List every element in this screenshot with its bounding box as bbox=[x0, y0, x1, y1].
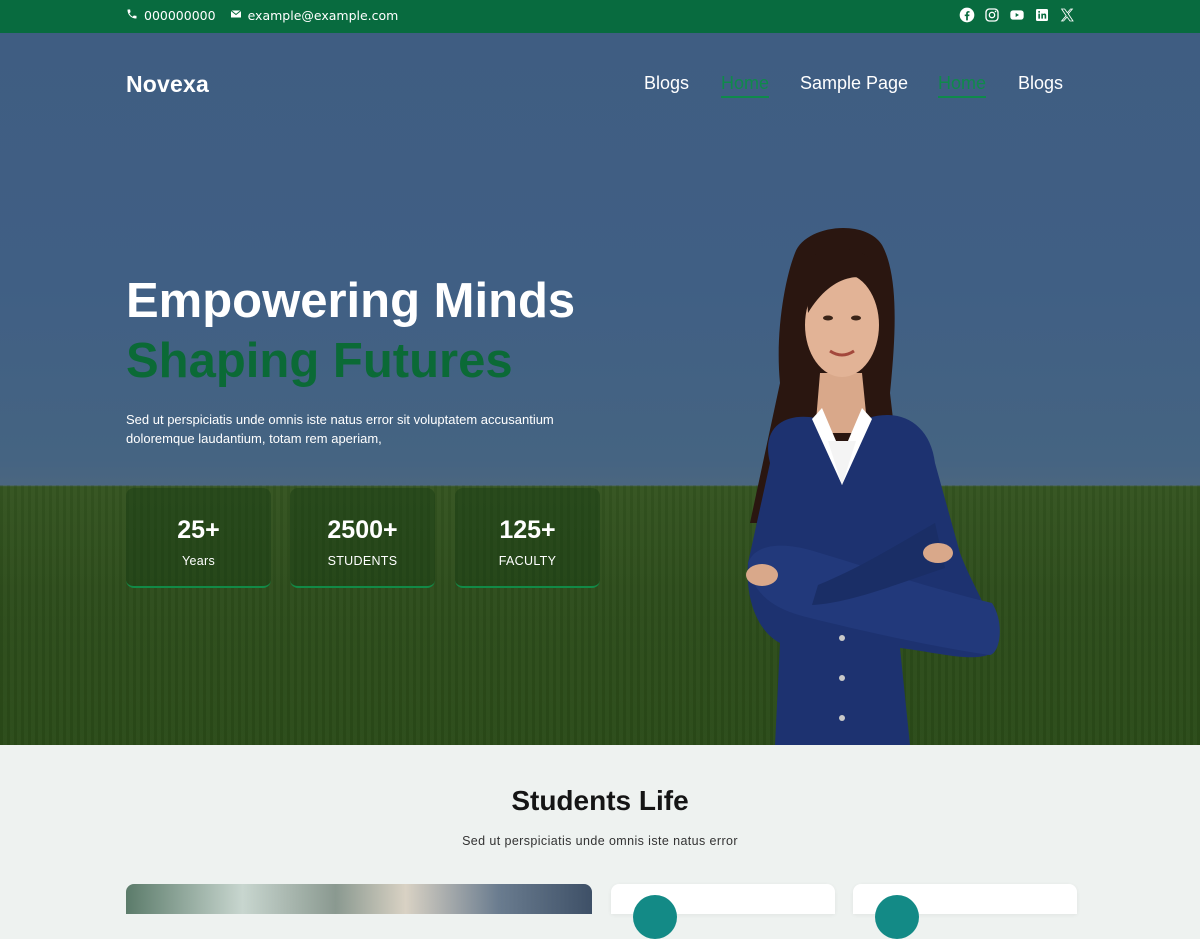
hero-title: Empowering Minds bbox=[126, 274, 576, 328]
linkedin-icon[interactable] bbox=[1034, 7, 1050, 23]
feature-card-icon bbox=[875, 895, 919, 939]
email-contact[interactable]: example@example.com bbox=[230, 7, 399, 23]
envelope-icon bbox=[230, 8, 242, 23]
email-address: example@example.com bbox=[247, 7, 399, 23]
nav-item-sample-page[interactable]: Sample Page bbox=[800, 73, 908, 94]
students-life-section: Students Life Sed ut perspiciatis unde o… bbox=[0, 745, 1200, 939]
hero-description: Sed ut perspiciatis unde omnis iste natu… bbox=[126, 412, 554, 446]
section-subtitle: Sed ut perspiciatis unde omnis iste natu… bbox=[462, 834, 738, 848]
stat-label: STUDENTS bbox=[327, 554, 398, 568]
stat-card-faculty: 125+ FACULTY bbox=[455, 488, 600, 588]
nav-item-home[interactable]: Home bbox=[721, 73, 770, 98]
hero-section: Novexa Blogs Home Sample Page Home Blogs… bbox=[0, 33, 1200, 745]
phone-icon bbox=[126, 8, 138, 23]
site-logo[interactable]: Novexa bbox=[126, 71, 209, 98]
youtube-icon[interactable] bbox=[1009, 7, 1025, 23]
x-icon[interactable] bbox=[1059, 7, 1075, 23]
hero-woman-image bbox=[746, 227, 1000, 745]
stat-label: FACULTY bbox=[498, 554, 557, 568]
feature-card-2[interactable] bbox=[853, 884, 1077, 939]
contact-info: 000000000 example@example.com bbox=[126, 0, 398, 30]
social-links bbox=[959, 0, 1075, 30]
instagram-icon[interactable] bbox=[984, 7, 1000, 23]
feature-card-icon bbox=[633, 895, 677, 939]
facebook-icon[interactable] bbox=[959, 7, 975, 23]
stat-label: Years bbox=[181, 554, 215, 568]
nav-item-blogs-2[interactable]: Blogs bbox=[1018, 73, 1063, 94]
phone-contact[interactable]: 000000000 bbox=[126, 8, 216, 23]
stat-card-years: 25+ Years bbox=[126, 488, 271, 588]
students-feature-image[interactable] bbox=[126, 884, 592, 914]
section-title: Students Life bbox=[511, 785, 689, 816]
stat-card-students: 2500+ STUDENTS bbox=[290, 488, 435, 588]
stat-value: 2500+ bbox=[327, 516, 398, 544]
stat-value: 25+ bbox=[177, 516, 220, 544]
nav-item-home-2[interactable]: Home bbox=[938, 73, 987, 98]
top-bar: 000000000 example@example.com bbox=[0, 0, 1200, 33]
stat-value: 125+ bbox=[499, 516, 556, 544]
nav-item-blogs[interactable]: Blogs bbox=[644, 73, 689, 94]
hero-subtitle: Shaping Futures bbox=[126, 334, 513, 388]
stats-row: 25+ Years 2500+ STUDENTS 125+ FACULTY bbox=[126, 488, 600, 589]
feature-card-1[interactable] bbox=[611, 884, 835, 939]
phone-number: 000000000 bbox=[144, 7, 216, 23]
